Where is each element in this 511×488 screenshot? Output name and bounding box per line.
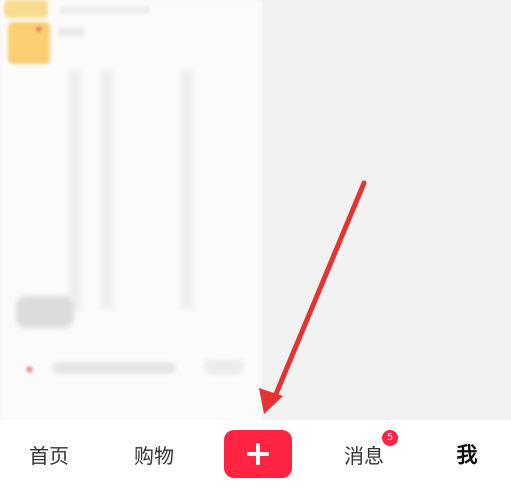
tab-messages-text: 消息 <box>344 443 384 468</box>
app-screen: 首页 购物 消息 5 我 <box>0 0 511 488</box>
tab-messages[interactable]: 消息 5 <box>322 420 406 488</box>
feed-right-column <box>262 0 511 420</box>
tab-home-label: 首页 <box>29 443 69 468</box>
blurred-text-line <box>60 6 150 14</box>
feed-thumbnail <box>4 0 48 18</box>
messages-badge: 5 <box>382 429 398 446</box>
blurred-text-line <box>204 360 244 374</box>
tab-messages-label: 消息 5 <box>344 429 398 469</box>
blurred-dot <box>26 366 33 373</box>
tab-me-label: 我 <box>456 443 478 467</box>
tab-shopping-label: 购物 <box>134 443 174 468</box>
blurred-content-block <box>100 70 114 310</box>
blurred-content-block <box>180 70 194 310</box>
create-post-button[interactable] <box>224 430 292 478</box>
blurred-text-line <box>58 28 84 36</box>
tab-me[interactable]: 我 <box>430 420 504 488</box>
tab-home[interactable]: 首页 <box>10 420 88 488</box>
blurred-button <box>16 296 74 328</box>
avatar <box>8 22 50 64</box>
blurred-text-line <box>52 362 176 374</box>
tab-shopping[interactable]: 购物 <box>116 420 192 488</box>
blurred-content-block <box>68 70 82 310</box>
unread-dot <box>36 26 42 32</box>
blurred-feed <box>0 0 511 420</box>
plus-icon <box>247 443 269 465</box>
